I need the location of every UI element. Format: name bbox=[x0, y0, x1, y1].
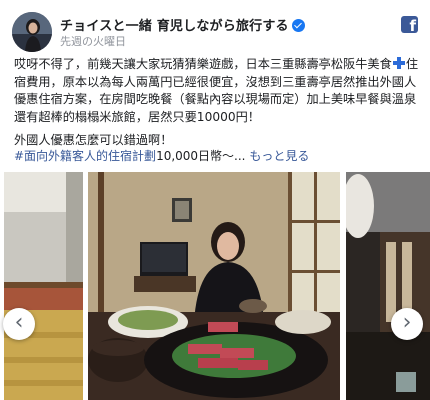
post-paragraph: 哎呀不得了，前幾天讓大家玩猜猜樂遊戲，日本三重縣壽亭松阪牛美食 住宿費用，原本以為… bbox=[14, 56, 418, 126]
post-header: チョイスと一緒 育児しながら旅行する 先週の火曜日 f bbox=[12, 10, 418, 52]
facebook-post-card: チョイスと一緒 育児しながら旅行する 先週の火曜日 f 哎呀不得了，前幾天讓大家… bbox=[0, 0, 430, 400]
hashtag-trailing-text: 10,000日幣〜... bbox=[156, 149, 250, 163]
page-name[interactable]: チョイスと一緒 育児しながら旅行する bbox=[60, 15, 305, 34]
page-avatar[interactable] bbox=[12, 12, 52, 52]
verified-badge-icon bbox=[291, 19, 305, 32]
gallery-next-arrow[interactable]: › bbox=[391, 308, 423, 340]
gallery-photo-3[interactable] bbox=[346, 172, 430, 400]
see-more-link[interactable]: もっと見る bbox=[249, 149, 309, 163]
gallery-prev-arrow[interactable]: ‹ bbox=[3, 308, 35, 340]
post-text-part1: 哎呀不得了，前幾天讓大家玩猜猜樂遊戲，日本三重縣壽亭松阪牛美食 bbox=[14, 57, 392, 71]
gallery-photo-2[interactable] bbox=[88, 172, 340, 400]
page-name-text[interactable]: チョイスと一緒 育児しながら旅行する bbox=[60, 19, 289, 34]
facebook-logo-icon[interactable]: f bbox=[401, 16, 418, 33]
photo-gallery: ‹ › bbox=[0, 172, 430, 400]
gallery-photo-1[interactable] bbox=[4, 172, 83, 400]
hashtag-line: #面向外籍客人的住宿計劃10,000日幣〜... もっと見る bbox=[14, 147, 309, 164]
post-body: 哎呀不得了，前幾天讓大家玩猜猜樂遊戲，日本三重縣壽亭松阪牛美食 住宿費用，原本以為… bbox=[14, 56, 418, 150]
plus-emoji-icon bbox=[392, 57, 405, 69]
hashtag-link[interactable]: #面向外籍客人的住宿計劃 bbox=[14, 149, 156, 163]
post-timestamp[interactable]: 先週の火曜日 bbox=[60, 33, 126, 49]
